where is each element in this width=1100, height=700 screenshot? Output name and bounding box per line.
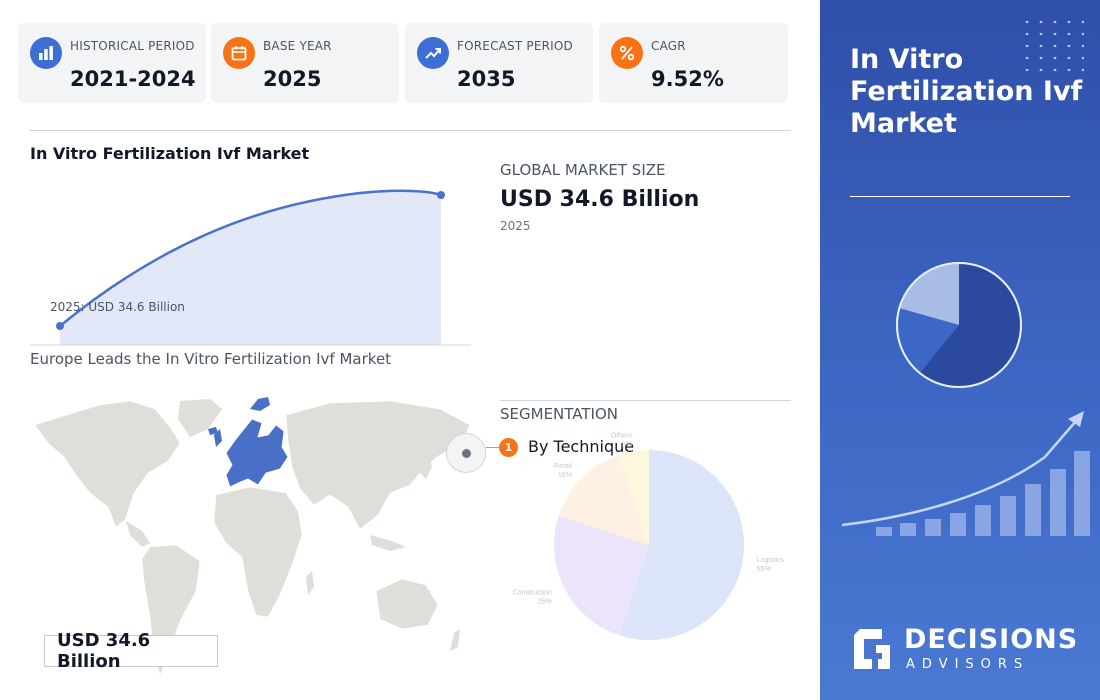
bar-chart-icon bbox=[30, 37, 62, 69]
calendar-icon bbox=[223, 37, 255, 69]
pie-value-logistics: 55% bbox=[757, 566, 771, 573]
brand-name-bottom: ADVISORS bbox=[906, 657, 1030, 672]
stat-label: HISTORICAL PERIOD bbox=[70, 39, 195, 53]
pie-value-construction: 25% bbox=[538, 598, 552, 605]
pie-label-retail: Retail bbox=[554, 463, 572, 470]
decisions-advisors-logo-icon bbox=[854, 629, 890, 669]
zoom-marker-dot bbox=[462, 449, 471, 458]
growth-end-point bbox=[437, 191, 445, 199]
market-size-label: GLOBAL MARKET SIZE bbox=[500, 161, 666, 179]
panel-pie-icon bbox=[896, 262, 1022, 388]
percent-icon bbox=[611, 37, 643, 69]
stat-card-historical-period: HISTORICAL PERIOD 2021-2024 bbox=[18, 23, 206, 103]
growth-chart-title: In Vitro Fertilization Ivf Market bbox=[30, 144, 310, 163]
map-europe-highlight bbox=[225, 418, 289, 488]
divider bbox=[500, 400, 791, 401]
pie-value-others: 5% bbox=[622, 441, 632, 448]
panel-growth-bars-icon bbox=[841, 411, 1090, 536]
stat-value: 2025 bbox=[263, 67, 322, 91]
growth-area bbox=[60, 190, 441, 345]
market-size-year: 2025 bbox=[500, 219, 531, 233]
market-size-value: USD 34.6 Billion bbox=[500, 187, 700, 212]
stat-value: 2035 bbox=[457, 67, 516, 91]
stat-value: 9.52% bbox=[651, 67, 724, 91]
stat-value: 2021-2024 bbox=[70, 67, 196, 91]
stat-card-forecast-period: FORECAST PERIOD 2035 bbox=[405, 23, 593, 103]
growth-chart bbox=[30, 189, 471, 346]
map-scandinavia-highlight bbox=[250, 397, 270, 411]
pie-label-logistics: Logistics bbox=[757, 557, 785, 564]
growth-annotation: 2025: USD 34.6 Billion bbox=[50, 300, 185, 314]
stat-card-cagr: CAGR 9.52% bbox=[599, 23, 788, 103]
stat-label: CAGR bbox=[651, 39, 686, 53]
pie-label-others: Others bbox=[611, 432, 633, 439]
stat-card-base-year: BASE YEAR 2025 bbox=[211, 23, 399, 103]
map-value-box: USD 34.6 Billion bbox=[44, 630, 218, 672]
pie-value-retail: 15% bbox=[558, 472, 572, 479]
segmentation-title: SEGMENTATION bbox=[500, 405, 618, 423]
panel-divider bbox=[850, 196, 1070, 197]
panel-title: In Vitro Fertilization Ivf Market bbox=[850, 44, 1083, 139]
map-central-america bbox=[126, 521, 150, 547]
map-north-america bbox=[34, 400, 181, 528]
growth-start-point bbox=[56, 322, 64, 330]
map-asia bbox=[285, 400, 471, 530]
stat-label: BASE YEAR bbox=[263, 39, 332, 53]
brand-name-top: DECISIONS bbox=[904, 624, 1079, 655]
map-africa bbox=[213, 486, 303, 618]
pie-label-construction: Construction bbox=[513, 589, 552, 596]
map-title: Europe Leads the In Vitro Fertilization … bbox=[30, 350, 392, 368]
title-panel: In Vitro Fertilization Ivf Market DECISI… bbox=[820, 0, 1100, 700]
trend-up-icon bbox=[417, 37, 449, 69]
stat-label: FORECAST PERIOD bbox=[457, 39, 573, 53]
divider bbox=[30, 130, 791, 131]
segmentation-pie-chart: Logistics 55% Construction 25% Retail 15% Othe… bbox=[513, 432, 785, 640]
map-australia bbox=[375, 578, 439, 630]
